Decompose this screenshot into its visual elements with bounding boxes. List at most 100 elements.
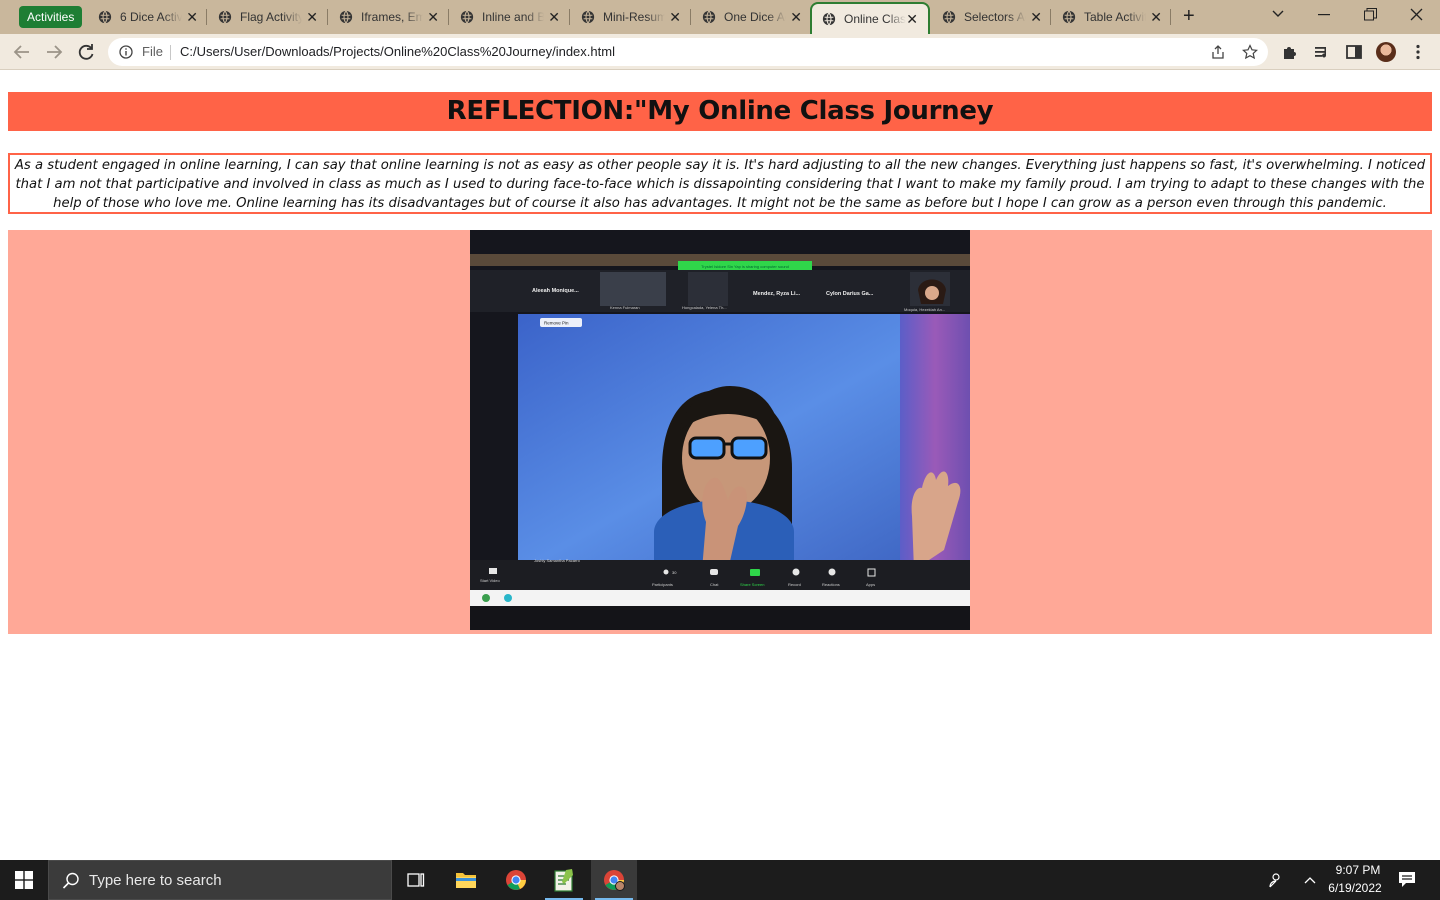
side-panel-icon[interactable]: [1345, 43, 1363, 61]
tab-online-class[interactable]: Online Class ✕: [810, 2, 930, 34]
tab-separator: [1170, 9, 1171, 25]
address-bar[interactable]: File C:/Users/User/Downloads/Projects/On…: [108, 38, 1268, 66]
forward-arrow-icon[interactable]: [44, 42, 64, 62]
zoom-control-label: Chat: [710, 582, 719, 587]
folder-icon: [456, 873, 476, 888]
close-icon[interactable]: ✕: [548, 8, 560, 26]
task-view-icon: [407, 873, 425, 887]
notification-icon[interactable]: [1398, 871, 1416, 888]
zoom-control-label: Reactions: [822, 582, 840, 587]
tab-selectors-activity[interactable]: Selectors Activity ✕: [932, 4, 1052, 30]
globe-icon: [98, 10, 112, 24]
tab-separator: [327, 9, 328, 25]
media-queue-icon[interactable]: [1313, 43, 1331, 61]
tab-one-dice-activity[interactable]: One Dice Activity ✕: [692, 4, 812, 30]
clock-date[interactable]: 6/19/2022: [1315, 881, 1395, 895]
close-icon[interactable]: ✕: [1030, 8, 1042, 26]
tab-table-activity[interactable]: Table Activity ✕: [1052, 4, 1172, 30]
globe-icon: [822, 12, 836, 26]
online-class-photo: Trystel Isidore Sin Yap is sharing compu…: [470, 230, 970, 630]
chrome-button[interactable]: [493, 860, 539, 900]
chrome-icon: [506, 870, 526, 890]
tab-strip: Activities 6 Dice Activity ✕ Flag Activi…: [0, 0, 1440, 34]
chevron-down-icon[interactable]: [1271, 9, 1285, 19]
close-icon[interactable]: ✕: [790, 8, 802, 26]
tab-separator: [569, 9, 570, 25]
globe-icon: [460, 10, 474, 24]
chrome-icon: [604, 870, 625, 891]
close-icon[interactable]: ✕: [427, 8, 439, 26]
share-icon[interactable]: [1210, 44, 1226, 60]
tab-iframes-embed[interactable]: Iframes, Embed ✕: [329, 4, 449, 30]
tab-separator: [1050, 9, 1051, 25]
participant-count: 30: [672, 570, 677, 575]
url-text[interactable]: C:/Users/User/Downloads/Projects/Online%…: [180, 44, 615, 59]
info-icon[interactable]: [119, 45, 133, 59]
tab-6-dice-activity[interactable]: 6 Dice Activity ✕: [88, 4, 208, 30]
close-icon[interactable]: ✕: [186, 8, 198, 26]
globe-icon: [339, 10, 353, 24]
avatar[interactable]: [1376, 42, 1396, 62]
chrome-profile-button[interactable]: [591, 860, 637, 900]
close-icon[interactable]: ✕: [906, 10, 918, 28]
file-explorer-button[interactable]: [443, 860, 489, 900]
close-icon[interactable]: ✕: [1150, 8, 1162, 26]
star-icon[interactable]: [1242, 44, 1258, 60]
puzzle-icon[interactable]: [1281, 43, 1299, 61]
tab-label: Online Class: [844, 12, 906, 26]
people-icon[interactable]: [1267, 872, 1283, 888]
participant-name: Mendez, Ryza Li...: [753, 291, 801, 297]
kebab-menu-icon[interactable]: [1409, 43, 1427, 61]
participant-name: Kenna Fulmaran: [610, 305, 640, 310]
scheme-label: File: [142, 44, 163, 59]
participant-name: Hongcalada, Yelena Th...: [682, 305, 727, 310]
zoom-call-illustration: Trystel Isidore Sin Yap is sharing compu…: [470, 230, 970, 630]
tab-mini-resume[interactable]: Mini-Resume ✕: [571, 4, 691, 30]
zoom-control-label: Start Video: [480, 578, 500, 583]
tab-label: Inline and Block: [482, 10, 544, 24]
window-close-icon[interactable]: [1410, 8, 1423, 21]
close-icon[interactable]: ✕: [669, 8, 681, 26]
globe-icon: [942, 10, 956, 24]
tab-separator: [690, 9, 691, 25]
tab-label: Mini-Resume: [603, 10, 665, 24]
tab-flag-activity[interactable]: Flag Activity ✕: [208, 4, 328, 30]
tab-separator: [206, 9, 207, 25]
search-icon: [62, 872, 79, 889]
tab-label: One Dice Activity: [724, 10, 786, 24]
participant-name: Cylon Darius Ga...: [826, 291, 874, 297]
tab-label: 6 Dice Activity: [120, 10, 182, 24]
tab-separator: [448, 9, 449, 25]
activities-button[interactable]: Activities: [19, 6, 83, 28]
globe-icon: [218, 10, 232, 24]
page-content: REFLECTION:"My Online Class Journey As a…: [0, 71, 1440, 860]
reload-icon[interactable]: [76, 42, 96, 62]
taskbar-search-box[interactable]: Type here to search: [48, 860, 392, 900]
globe-icon: [581, 10, 595, 24]
speaker-name: Joshly Samantha Pacarro: [534, 558, 581, 563]
restore-icon[interactable]: [1364, 8, 1377, 21]
task-view-button[interactable]: [393, 860, 439, 900]
url-divider: [170, 45, 171, 60]
zoom-control-label: Apps: [866, 582, 875, 587]
notepad-plus-button[interactable]: [541, 860, 587, 900]
globe-icon: [1062, 10, 1076, 24]
zoom-control-label: Share Screen: [740, 582, 764, 587]
page-title: REFLECTION:"My Online Class Journey: [8, 92, 1432, 131]
tab-inline-and-block[interactable]: Inline and Block ✕: [450, 4, 570, 30]
minimize-icon[interactable]: [1318, 14, 1330, 16]
windows-start-icon[interactable]: [15, 871, 33, 889]
zoom-control-label: Record: [788, 582, 801, 587]
photo-panel: Trystel Isidore Sin Yap is sharing compu…: [8, 230, 1432, 634]
reflection-paragraph: As a student engaged in online learning,…: [8, 153, 1432, 214]
tab-label: Selectors Activity: [964, 10, 1026, 24]
browser-toolbar: File C:/Users/User/Downloads/Projects/On…: [0, 34, 1440, 70]
close-icon[interactable]: ✕: [306, 8, 318, 26]
back-arrow-icon[interactable]: [12, 42, 32, 62]
clock-time[interactable]: 9:07 PM: [1318, 863, 1398, 877]
notepad-icon: [554, 869, 573, 892]
tab-label: Flag Activity: [240, 10, 302, 24]
remove-pin-label: Remove Pin: [544, 321, 569, 326]
windows-taskbar: Type here to search 9:07 PM 6/19/2022: [0, 860, 1440, 900]
plus-icon[interactable]: +: [1183, 5, 1195, 27]
